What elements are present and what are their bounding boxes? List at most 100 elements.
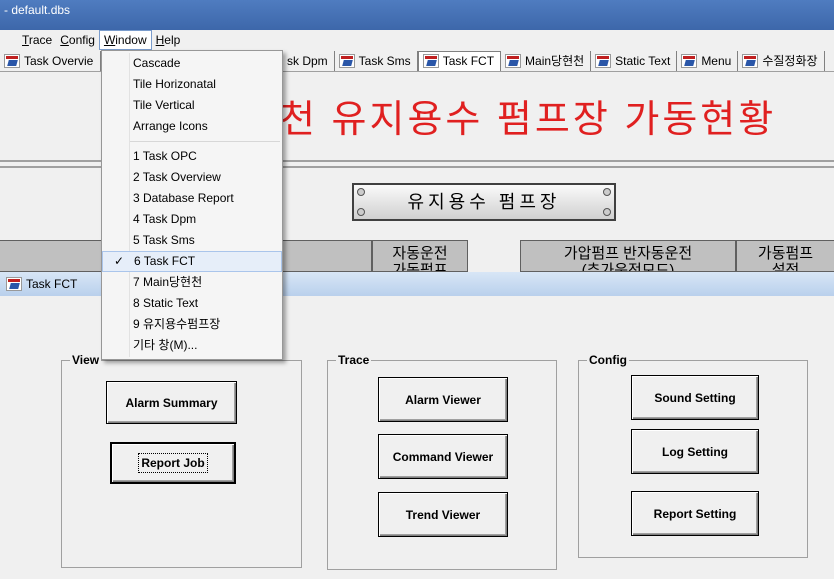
menu-item-window-8[interactable]: 8 Static Text [102,293,282,314]
menu-item-label: 9 유지용수펌프장 [133,317,221,331]
view-group: View Alarm Summary Report Job [61,353,302,568]
report-job-button[interactable]: Report Job [110,442,236,484]
header-label: 가압펌프 반자동운전 (추가운전모드) [563,245,693,272]
tab-label: Static Text [615,53,671,68]
menu-item-cascade[interactable]: Cascade [102,53,282,74]
menu-item-label: 7 Main당현천 [133,275,203,289]
menu-item-arrange-icons[interactable]: Arrange Icons [102,116,282,137]
menu-item-window-1[interactable]: 1 Task OPC [102,146,282,167]
view-icon [6,277,22,291]
button-label: Report Setting [653,506,737,521]
alarm-viewer-button[interactable]: Alarm Viewer [378,377,508,422]
screw-icon [603,208,611,216]
tab-task-sms[interactable]: Task Sms [335,50,418,71]
header-label: 가동펌프 설정 [757,245,814,272]
view-icon [4,53,20,68]
view-icon [505,53,522,68]
menu-item-window-4[interactable]: 4 Task Dpm [102,209,282,230]
menu-item-label: Cascade [133,56,181,70]
button-label: Log Setting [662,444,728,459]
menu-item-label: 5 Task Sms [133,233,195,247]
tab-label: Menu [701,53,732,68]
command-viewer-button[interactable]: Command Viewer [378,434,508,479]
tab-menu[interactable]: Menu [677,50,739,71]
menu-item-label: 8 Static Text [133,296,199,310]
tab-label: Main당현천 [525,54,585,68]
menu-item-label: 1 Task OPC [133,149,197,163]
button-label: Report Job [138,453,208,473]
header-label: 자동운전 가동펌프 [392,245,448,272]
button-label: Trend Viewer [405,507,481,522]
view-group-title: View [70,353,102,367]
menu-separator [130,141,280,142]
screw-icon [357,188,365,196]
menu-trace-mnemonic: T [22,33,29,47]
tab-task-overview[interactable]: Task Overvie [0,50,101,71]
menu-item-window-5[interactable]: 5 Task Sms [102,230,282,251]
menu-item-window-7[interactable]: 7 Main당현천 [102,272,282,293]
banner-title: 천 유지용수 펌프장 가동현황 [280,99,777,141]
view-icon [338,53,355,68]
tab-water-plant[interactable]: 수질정화장 [738,50,825,71]
tab-label: sk Dpm [287,53,328,68]
sound-setting-button[interactable]: Sound Setting [631,375,759,420]
tab-static-text[interactable]: Static Text [591,50,678,71]
menu-bar: Trace Config Window Help [0,30,834,50]
menu-item-label: 기타 창(M)... [133,338,198,352]
tab-label: Task Overvie [24,53,94,68]
report-setting-button[interactable]: Report Setting [631,491,759,536]
screw-icon [357,208,365,216]
menu-config[interactable]: Config [56,31,99,49]
checkmark-icon: ✓ [114,254,125,268]
menu-item-label: Tile Vertical [133,98,195,112]
tab-main[interactable]: Main당현천 [501,50,592,71]
tab-label: 수질정화장 [762,54,818,68]
menu-item-window-3[interactable]: 3 Database Report [102,188,282,209]
header-auto-pumps: 자동운전 가동펌프 [372,240,468,272]
app-title: - default.dbs [4,3,71,17]
station-button[interactable]: 유지용수 펌프장 [352,183,616,221]
menu-config-mnemonic: C [60,33,69,47]
tab-label: Task FCT [442,54,495,68]
menu-item-label: Arrange Icons [133,119,208,133]
screw-icon [603,188,611,196]
menu-item-more-windows[interactable]: 기타 창(M)... [102,335,282,356]
view-icon [595,53,612,68]
config-group: Config Sound Setting Log Setting Report … [578,353,808,558]
menu-item-window-2[interactable]: 2 Task Overview [102,167,282,188]
child-window-title: Task FCT [26,277,78,291]
tab-task-dpm[interactable]: sk Dpm [283,50,335,71]
header-semi-auto: 가압펌프 반자동운전 (추가운전모드) [520,240,736,272]
menu-help[interactable]: Help [152,31,185,49]
menu-config-label: onfig [68,33,95,47]
menu-item-label: 6 Task FCT [134,254,196,268]
app-title-bar: - default.dbs [0,0,834,30]
tab-task-fct[interactable]: Task FCT [417,50,502,71]
trend-viewer-button[interactable]: Trend Viewer [378,492,508,537]
menu-window-mnemonic: W [103,33,116,47]
trace-group: Trace Alarm Viewer Command Viewer Trend … [327,353,557,570]
button-label: Sound Setting [654,390,736,405]
view-icon [742,53,759,68]
menu-item-label: 3 Database Report [133,191,234,205]
menu-item-tile-horizontal[interactable]: Tile Horizonatal [102,74,282,95]
menu-item-label: 2 Task Overview [133,170,221,184]
trace-group-title: Trace [336,353,372,367]
button-label: Alarm Summary [125,395,218,410]
menu-trace-label: race [28,33,53,47]
alarm-summary-button[interactable]: Alarm Summary [106,381,237,424]
menu-window-label: indow [115,33,147,47]
menu-window[interactable]: Window [98,30,152,50]
menu-item-tile-vertical[interactable]: Tile Vertical [102,95,282,116]
view-icon [681,53,698,68]
station-label: 유지용수 펌프장 [407,192,561,212]
tab-label: Task Sms [358,53,411,68]
menu-help-mnemonic: H [155,33,165,47]
menu-trace[interactable]: Trace [18,31,56,49]
header-pump-setting: 가동펌프 설정 [736,240,834,272]
window-menu-dropdown: Cascade Tile Horizonatal Tile Vertical A… [101,50,283,360]
log-setting-button[interactable]: Log Setting [631,429,759,474]
menu-item-window-9[interactable]: 9 유지용수펌프장 [102,314,282,335]
menu-item-window-6[interactable]: ✓ 6 Task FCT [102,251,282,272]
button-label: Command Viewer [392,449,494,464]
